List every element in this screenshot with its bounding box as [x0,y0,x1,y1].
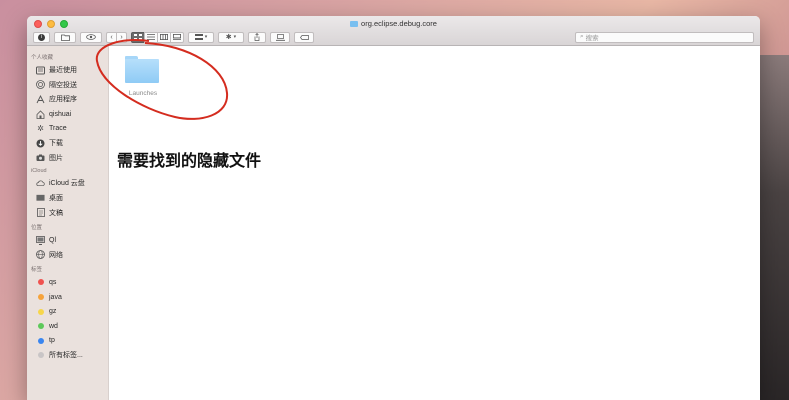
sidebar-item-label: 网络 [49,251,63,259]
desktop-icon [36,194,45,203]
window-title-text: org.eclipse.debug.core [361,19,437,28]
sidebar-item-network[interactable]: 网络 [27,248,108,263]
share-icon [254,33,260,41]
document-icon [36,208,45,218]
sidebar-item-downloads[interactable]: 下载 [27,136,108,151]
sidebar-item-tag-tp[interactable]: tp [27,334,108,349]
info-icon: i [38,33,45,41]
new-folder-button[interactable] [54,31,76,43]
sidebar-item-label: 隔空投送 [49,81,77,89]
search-field[interactable]: ⌕ 搜索 [575,31,754,43]
sidebar-header-locations: 位置 [31,224,43,231]
sidebar-item-label: iCloud 云盘 [49,180,85,188]
sidebar-item-label: 所有标签... [49,352,83,360]
sidebar-item-tag-wd[interactable]: wd [27,319,108,334]
sidebar-header-tags: 标签 [31,267,43,274]
sidebar-item-label: Ql [49,236,56,244]
sidebar-item-label: 桌面 [49,195,63,203]
tag-icon [299,34,309,40]
sidebar-item-all-tags[interactable]: 所有标签... [27,348,108,363]
blue-tag-icon [37,337,44,344]
gray-tag-icon [37,352,44,359]
sidebar-item-label: qishuai [49,110,72,118]
search-placeholder: 搜索 [585,35,599,42]
yellow-tag-icon [37,308,44,315]
get-info-button[interactable]: i [33,31,50,43]
orange-tag-icon [37,294,44,301]
sidebar-item-label: wd [49,322,58,330]
edit-tags-button[interactable] [294,31,314,43]
sidebar-item-label: qs [49,278,57,286]
sidebar-item-label: Trace [49,125,67,133]
green-tag-icon [37,323,44,330]
cloud-icon [36,179,45,188]
sidebar-item-icloud-drive[interactable]: iCloud 云盘 [27,176,108,191]
sidebar-item-label: 文稿 [49,209,63,217]
share-button[interactable] [248,31,266,43]
sidebar-item-tag-qs[interactable]: qs [27,275,108,290]
home-icon [36,110,45,119]
red-annotation-ellipse [95,39,229,120]
clock-icon [36,66,45,75]
airdrop-icon [36,80,45,90]
gear-icon: ✲ [37,124,44,134]
sidebar-item-label: gz [49,308,57,316]
sidebar-item-pictures[interactable]: 图片 [27,151,108,166]
sidebar-item-tag-gz[interactable]: gz [27,304,108,319]
airdrop-share-button[interactable] [270,31,290,43]
chevron-down-icon: ▾ [233,34,237,40]
sidebar-item-documents[interactable]: 文稿 [27,205,108,220]
download-icon [36,139,45,148]
sidebar-item-computer[interactable]: Ql [27,233,108,248]
annotation-text: 需要找到的隐藏文件 [117,151,262,170]
sidebar-item-tag-java[interactable]: java [27,290,108,305]
folder-icon [350,21,359,27]
sidebar-header-icloud: iCloud [31,168,47,175]
search-icon: ⌕ [580,33,584,40]
red-tag-icon [37,279,44,286]
sidebar-item-label: 最近使用 [49,67,77,75]
sidebar-item-label: 应用程序 [49,96,77,104]
camera-icon [36,153,45,162]
sidebar-item-label: 下载 [49,140,63,148]
sidebar-item-label: java [49,293,62,301]
sidebar-item-trace[interactable]: ✲ Trace [27,121,108,136]
laptop-icon [275,33,285,41]
folder-outline-icon [60,34,70,41]
computer-icon [36,235,45,245]
window-title: org.eclipse.debug.core [27,19,760,28]
network-icon [36,250,45,260]
sidebar-item-desktop[interactable]: 桌面 [27,191,108,206]
sidebar-item-label: 图片 [49,154,63,162]
sidebar-item-label: tp [49,337,55,345]
desktop-background-rock [757,55,789,400]
applications-icon [36,94,45,104]
